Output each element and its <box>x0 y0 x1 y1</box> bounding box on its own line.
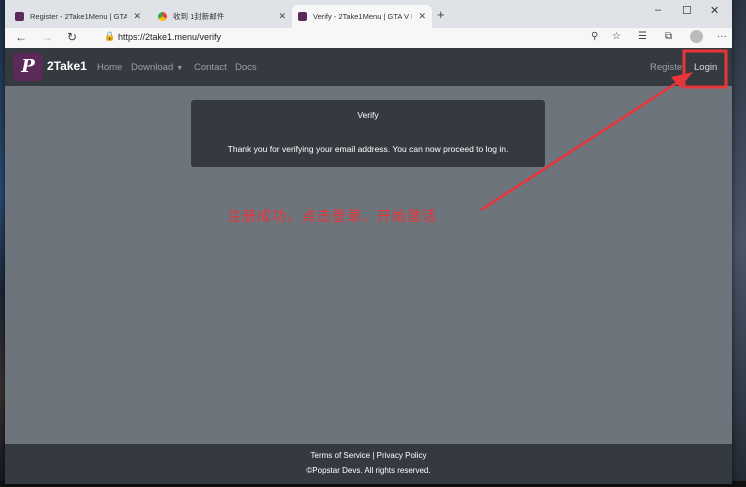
site-favicon-icon <box>15 12 24 21</box>
minimize-icon[interactable]: – <box>655 4 661 16</box>
tab-title: 收到 1封新邮件 <box>173 12 225 21</box>
verify-heading: Verify <box>357 110 379 120</box>
brand-name[interactable]: 2Take1 <box>47 59 87 73</box>
nav-contact[interactable]: Contact <box>194 62 227 73</box>
site-navbar: P 2Take1 Home Download ▼ Contact Docs Reg… <box>5 48 732 86</box>
site-logo[interactable]: P <box>13 53 43 81</box>
lock-icon: 🔒 <box>104 31 116 41</box>
tab-title: Register - 2Take1Menu | GTA V M <box>30 12 128 21</box>
copyright: ©Popstar Devs. All rights reserved. <box>306 466 431 475</box>
tab-strip: Register - 2Take1Menu | GTA V M ✕ 收到 1封新… <box>5 0 732 28</box>
annotation-text: 注册成功，点击登录，开始激活 <box>227 209 437 225</box>
tab-verify[interactable]: Verify - 2Take1Menu | GTA V Mo ✕ <box>292 5 432 28</box>
nav-register[interactable]: Registe <box>650 62 682 73</box>
desktop-background-right <box>732 0 746 487</box>
privacy-link[interactable]: Privacy Policy <box>377 451 427 460</box>
terms-link[interactable]: Terms of Service <box>311 451 371 460</box>
nav-home[interactable]: Home <box>97 62 122 73</box>
nav-download[interactable]: Download ▼ <box>131 62 183 73</box>
caret-down-icon: ▼ <box>176 65 184 72</box>
nav-download-label: Download <box>131 62 174 73</box>
close-tab-icon[interactable]: ✕ <box>133 11 141 22</box>
refresh-icon[interactable]: ↻ <box>67 30 77 44</box>
mail-favicon-icon <box>158 12 167 21</box>
site-favicon-icon <box>298 12 307 21</box>
close-window-icon[interactable]: ✕ <box>710 4 719 17</box>
tab-mail[interactable]: 收到 1封新邮件 ✕ <box>152 5 292 28</box>
back-icon[interactable]: ← <box>15 30 27 44</box>
favorites-list-icon[interactable]: ☰ <box>638 31 647 42</box>
profile-avatar[interactable] <box>690 30 703 43</box>
maximize-icon[interactable]: ☐ <box>682 4 692 17</box>
nav-login[interactable]: Login <box>694 62 717 73</box>
translate-icon[interactable]: ⚲ <box>591 31 598 42</box>
site-footer: Terms of Service | Privacy Policy ©Popst… <box>5 444 732 484</box>
new-tab-icon[interactable]: + <box>437 7 445 22</box>
forward-icon[interactable]: → <box>41 30 53 44</box>
verify-message: Thank you for verifying your email addre… <box>227 144 509 154</box>
footer-separator: | <box>372 451 375 460</box>
verify-card: Verify Thank you for verifying your emai… <box>191 100 545 167</box>
favorite-star-icon[interactable]: ☆ <box>612 31 621 42</box>
more-menu-icon[interactable]: ··· <box>717 31 727 42</box>
collections-icon[interactable]: ⧉ <box>665 31 672 42</box>
browser-window: Register - 2Take1Menu | GTA V M ✕ 收到 1封新… <box>5 0 732 484</box>
tab-title: Verify - 2Take1Menu | GTA V Mo <box>313 12 413 21</box>
web-page: P 2Take1 Home Download ▼ Contact Docs Reg… <box>5 48 732 484</box>
close-tab-icon[interactable]: ✕ <box>418 11 426 22</box>
address-bar: ← → ↻ 🔒 https://2take1.menu/verify ⚲ ☆ ☰… <box>5 28 732 49</box>
tab-register[interactable]: Register - 2Take1Menu | GTA V M ✕ <box>9 5 147 28</box>
url-field[interactable]: https://2take1.menu/verify <box>118 32 221 42</box>
footer-links: Terms of Service | Privacy Policy <box>5 451 732 460</box>
nav-docs[interactable]: Docs <box>235 62 257 73</box>
close-tab-icon[interactable]: ✕ <box>278 11 286 22</box>
